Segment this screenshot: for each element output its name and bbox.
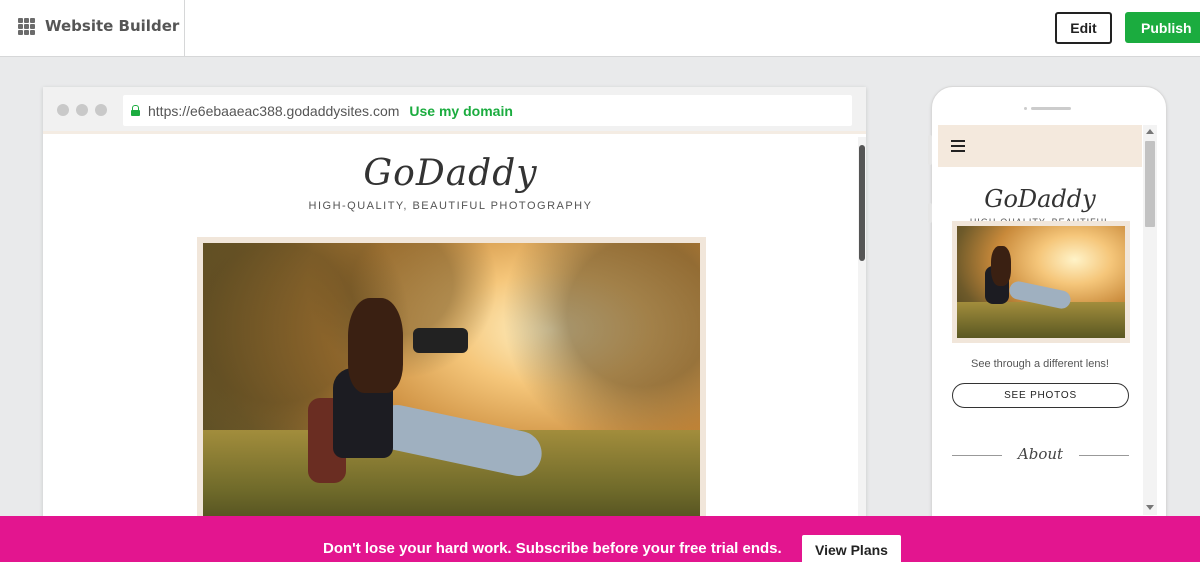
topbar-divider — [184, 0, 185, 57]
mobile-scrollbar[interactable] — [1143, 125, 1157, 515]
hamburger-icon[interactable] — [951, 140, 965, 152]
site-tagline: HIGH-QUALITY, BEAUTIFUL PHOTOGRAPHY — [308, 200, 593, 212]
view-plans-button[interactable]: View Plans — [802, 535, 901, 562]
mobile-header — [938, 125, 1142, 167]
about-section-heading: About — [952, 445, 1129, 465]
phone-side-button — [928, 203, 932, 223]
apps-grid-icon[interactable] — [18, 17, 35, 35]
window-dots — [57, 104, 107, 116]
hero-image — [197, 237, 706, 527]
mobile-site-logo: GoDaddy — [984, 185, 1096, 213]
lock-icon — [131, 105, 140, 116]
see-photos-button[interactable]: SEE PHOTOS — [952, 383, 1129, 408]
scroll-down-arrow-icon[interactable] — [1146, 505, 1154, 510]
scroll-up-arrow-icon[interactable] — [1146, 129, 1154, 134]
phone-side-button — [928, 135, 932, 165]
top-bar: Website Builder Edit Publish — [0, 0, 1200, 57]
publish-button[interactable]: Publish — [1125, 12, 1200, 43]
desktop-preview: https://e6ebaaeac388.godaddysites.com Us… — [43, 87, 866, 527]
app-brand[interactable]: Website Builder — [18, 17, 179, 35]
app-title: Website Builder — [45, 17, 180, 35]
phone-speaker — [1024, 107, 1071, 110]
address-bar: https://e6ebaaeac388.godaddysites.com Us… — [123, 95, 852, 126]
banner-message: Don't lose your hard work. Subscribe bef… — [323, 540, 782, 557]
mobile-hero-image — [952, 221, 1130, 343]
desktop-scroll-thumb[interactable] — [859, 145, 865, 261]
mobile-preview: GoDaddy HIGH-QUALITY, BEAUTIFUL PHOTOGRA… — [928, 86, 1167, 562]
mobile-caption: See through a different lens! — [970, 358, 1109, 370]
use-my-domain-link[interactable]: Use my domain — [409, 103, 512, 119]
site-content[interactable]: GoDaddy HIGH-QUALITY, BEAUTIFUL PHOTOGRA… — [43, 137, 858, 527]
browser-chrome: https://e6ebaaeac388.godaddysites.com Us… — [43, 87, 866, 134]
edit-button[interactable]: Edit — [1055, 12, 1112, 44]
mobile-scroll-thumb[interactable] — [1145, 141, 1155, 227]
about-title: About — [1017, 445, 1064, 463]
desktop-scrollbar[interactable] — [858, 137, 866, 527]
site-logo: GoDaddy — [363, 153, 538, 194]
trial-banner: Don't lose your hard work. Subscribe bef… — [0, 516, 1200, 562]
site-url: https://e6ebaaeac388.godaddysites.com — [148, 102, 400, 119]
mobile-screen[interactable]: GoDaddy HIGH-QUALITY, BEAUTIFUL PHOTOGRA… — [938, 125, 1157, 515]
